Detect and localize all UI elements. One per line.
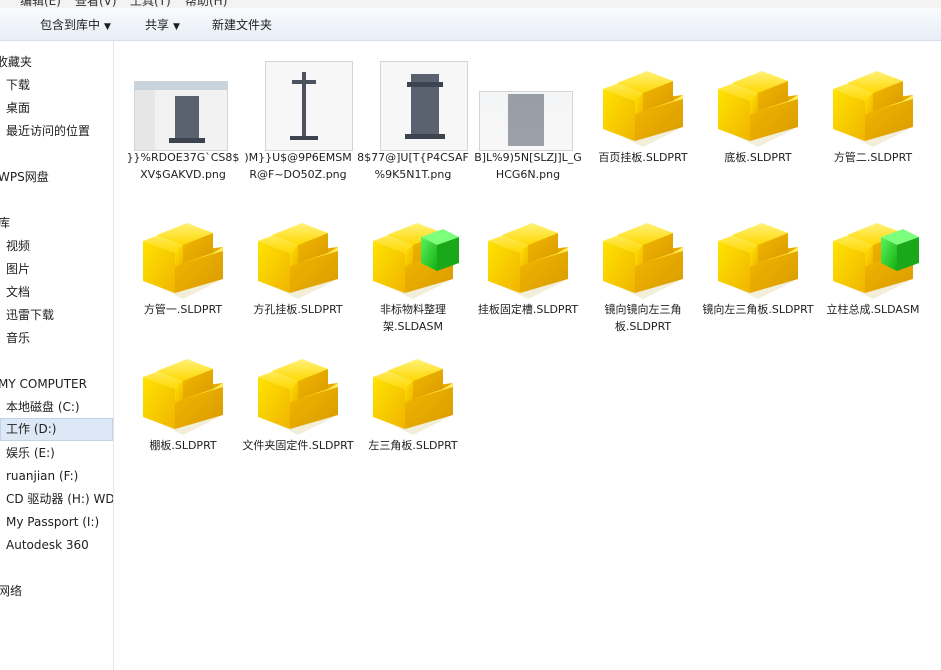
menu-bar: 编辑(E) 查看(V) 工具(T) 帮助(H) (0, 0, 941, 8)
solidworks-part-icon (480, 207, 576, 303)
navigation-pane: 收藏夹 下载 桌面 最近访问的位置 WPS网盘 库 视频 图片 文档 迅雷下载 … (0, 41, 114, 670)
solidworks-part-icon (135, 207, 231, 303)
include-in-library-button[interactable]: 包含到库中 ▼ (40, 16, 111, 33)
png-file-icon (241, 51, 355, 151)
menu-edit[interactable]: 编辑(E) (20, 0, 61, 8)
file-name: 镜向左三角板.SLDPRT (702, 303, 814, 316)
file-name: )M}}U$@9P6EMSMR@F~DO50Z.png (244, 151, 352, 181)
file-item[interactable]: 左三角板.SLDPRT (356, 339, 470, 489)
nav-recent-places[interactable]: 最近访问的位置 (6, 120, 90, 142)
nav-videos[interactable]: 视频 (6, 235, 30, 257)
nav-my-computer[interactable]: MY COMPUTER (0, 373, 87, 395)
file-item[interactable]: 方管二.SLDPRT (816, 51, 930, 201)
file-name: 镜向镜向左三角板.SLDPRT (604, 303, 682, 333)
image-thumbnail (134, 81, 228, 151)
menu-help[interactable]: 帮助(H) (185, 0, 227, 8)
menu-view[interactable]: 查看(V) (75, 0, 117, 8)
file-name: 8$77@]U[T{P4CSAF%9K5N1T.png (357, 151, 469, 181)
file-name: 底板.SLDPRT (724, 151, 792, 164)
nav-music[interactable]: 音乐 (6, 327, 30, 349)
file-name: 方管一.SLDPRT (143, 303, 223, 316)
image-thumbnail (265, 61, 353, 151)
solidworks-part-icon (825, 55, 921, 151)
file-item[interactable]: }}%RDOE37G`CS8$XV$GAKVD.png (126, 51, 240, 201)
chevron-down-icon: ▼ (173, 22, 180, 32)
solidworks-part-icon (595, 207, 691, 303)
file-list-view: }}%RDOE37G`CS8$XV$GAKVD.png)M}}U$@9P6EMS… (114, 41, 941, 670)
image-thumbnail (380, 61, 468, 151)
solidworks-part-icon (710, 55, 806, 151)
solidworks-part-icon (135, 343, 231, 439)
png-file-icon (356, 51, 470, 151)
file-name: B]L%9)5N[SLZJ]L_GHCG6N.png (474, 151, 582, 181)
file-item[interactable]: 方管一.SLDPRT (126, 203, 240, 353)
file-item[interactable]: 方孔挂板.SLDPRT (241, 203, 355, 353)
file-name: 方孔挂板.SLDPRT (253, 303, 343, 316)
file-item[interactable]: 立柱总成.SLDASM (816, 203, 930, 353)
file-item[interactable]: 镜向镜向左三角板.SLDPRT (586, 203, 700, 353)
nav-downloads[interactable]: 下载 (6, 74, 30, 96)
nav-autodesk-360[interactable]: Autodesk 360 (6, 534, 89, 556)
nav-my-passport-i[interactable]: My Passport (I:) (6, 511, 99, 533)
nav-documents[interactable]: 文档 (6, 281, 30, 303)
nav-pictures[interactable]: 图片 (6, 258, 30, 280)
file-name: 立柱总成.SLDASM (826, 303, 920, 316)
file-name: 方管二.SLDPRT (833, 151, 913, 164)
file-item[interactable]: 非标物料整理架.SLDASM (356, 203, 470, 353)
include-in-library-label: 包含到库中 (40, 18, 101, 32)
file-item[interactable]: 百页挂板.SLDPRT (586, 51, 700, 201)
file-name: 左三角板.SLDPRT (368, 439, 458, 452)
png-file-icon (126, 51, 240, 151)
nav-wps-drive[interactable]: WPS网盘 (0, 166, 49, 188)
nav-network[interactable]: 网络 (0, 580, 22, 602)
new-folder-button[interactable]: 新建文件夹 (212, 16, 272, 33)
share-button[interactable]: 共享 ▼ (145, 16, 180, 33)
nav-drive-e[interactable]: 娱乐 (E:) (6, 442, 55, 464)
solidworks-part-icon (710, 207, 806, 303)
file-item[interactable]: 棚板.SLDPRT (126, 339, 240, 489)
nav-cd-drive-h[interactable]: CD 驱动器 (H:) WD (6, 488, 113, 510)
nav-library[interactable]: 库 (0, 212, 10, 234)
file-item[interactable]: 文件夹固定件.SLDPRT (241, 339, 355, 489)
nav-drive-d[interactable]: 工作 (D:) (0, 418, 113, 441)
solidworks-part-icon (250, 343, 346, 439)
command-bar: 包含到库中 ▼ 共享 ▼ 新建文件夹 (0, 8, 941, 41)
solidworks-assembly-icon (365, 207, 461, 303)
solidworks-part-icon (250, 207, 346, 303)
nav-drive-f[interactable]: ruanjian (F:) (6, 465, 78, 487)
solidworks-assembly-icon (825, 207, 921, 303)
file-name: 文件夹固定件.SLDPRT (242, 439, 354, 452)
image-thumbnail (479, 91, 573, 151)
menu-tools[interactable]: 工具(T) (130, 0, 171, 8)
png-file-icon (471, 51, 585, 151)
file-name: 非标物料整理架.SLDASM (380, 303, 446, 333)
share-label: 共享 (145, 18, 170, 32)
nav-thunder-downloads[interactable]: 迅雷下载 (6, 304, 54, 326)
solidworks-part-icon (365, 343, 461, 439)
nav-favorites[interactable]: 收藏夹 (0, 51, 32, 73)
solidworks-part-icon (595, 55, 691, 151)
file-name: }}%RDOE37G`CS8$XV$GAKVD.png (126, 151, 240, 181)
file-item[interactable]: 底板.SLDPRT (701, 51, 815, 201)
chevron-down-icon: ▼ (104, 22, 111, 32)
file-item[interactable]: 镜向左三角板.SLDPRT (701, 203, 815, 353)
nav-drive-c[interactable]: 本地磁盘 (C:) (6, 396, 80, 418)
file-item[interactable]: B]L%9)5N[SLZJ]L_GHCG6N.png (471, 51, 585, 201)
file-name: 棚板.SLDPRT (149, 439, 217, 452)
file-name: 百页挂板.SLDPRT (598, 151, 688, 164)
nav-desktop[interactable]: 桌面 (6, 97, 30, 119)
file-item[interactable]: )M}}U$@9P6EMSMR@F~DO50Z.png (241, 51, 355, 201)
file-item[interactable]: 挂板固定槽.SLDPRT (471, 203, 585, 353)
file-name: 挂板固定槽.SLDPRT (477, 303, 579, 316)
file-item[interactable]: 8$77@]U[T{P4CSAF%9K5N1T.png (356, 51, 470, 201)
